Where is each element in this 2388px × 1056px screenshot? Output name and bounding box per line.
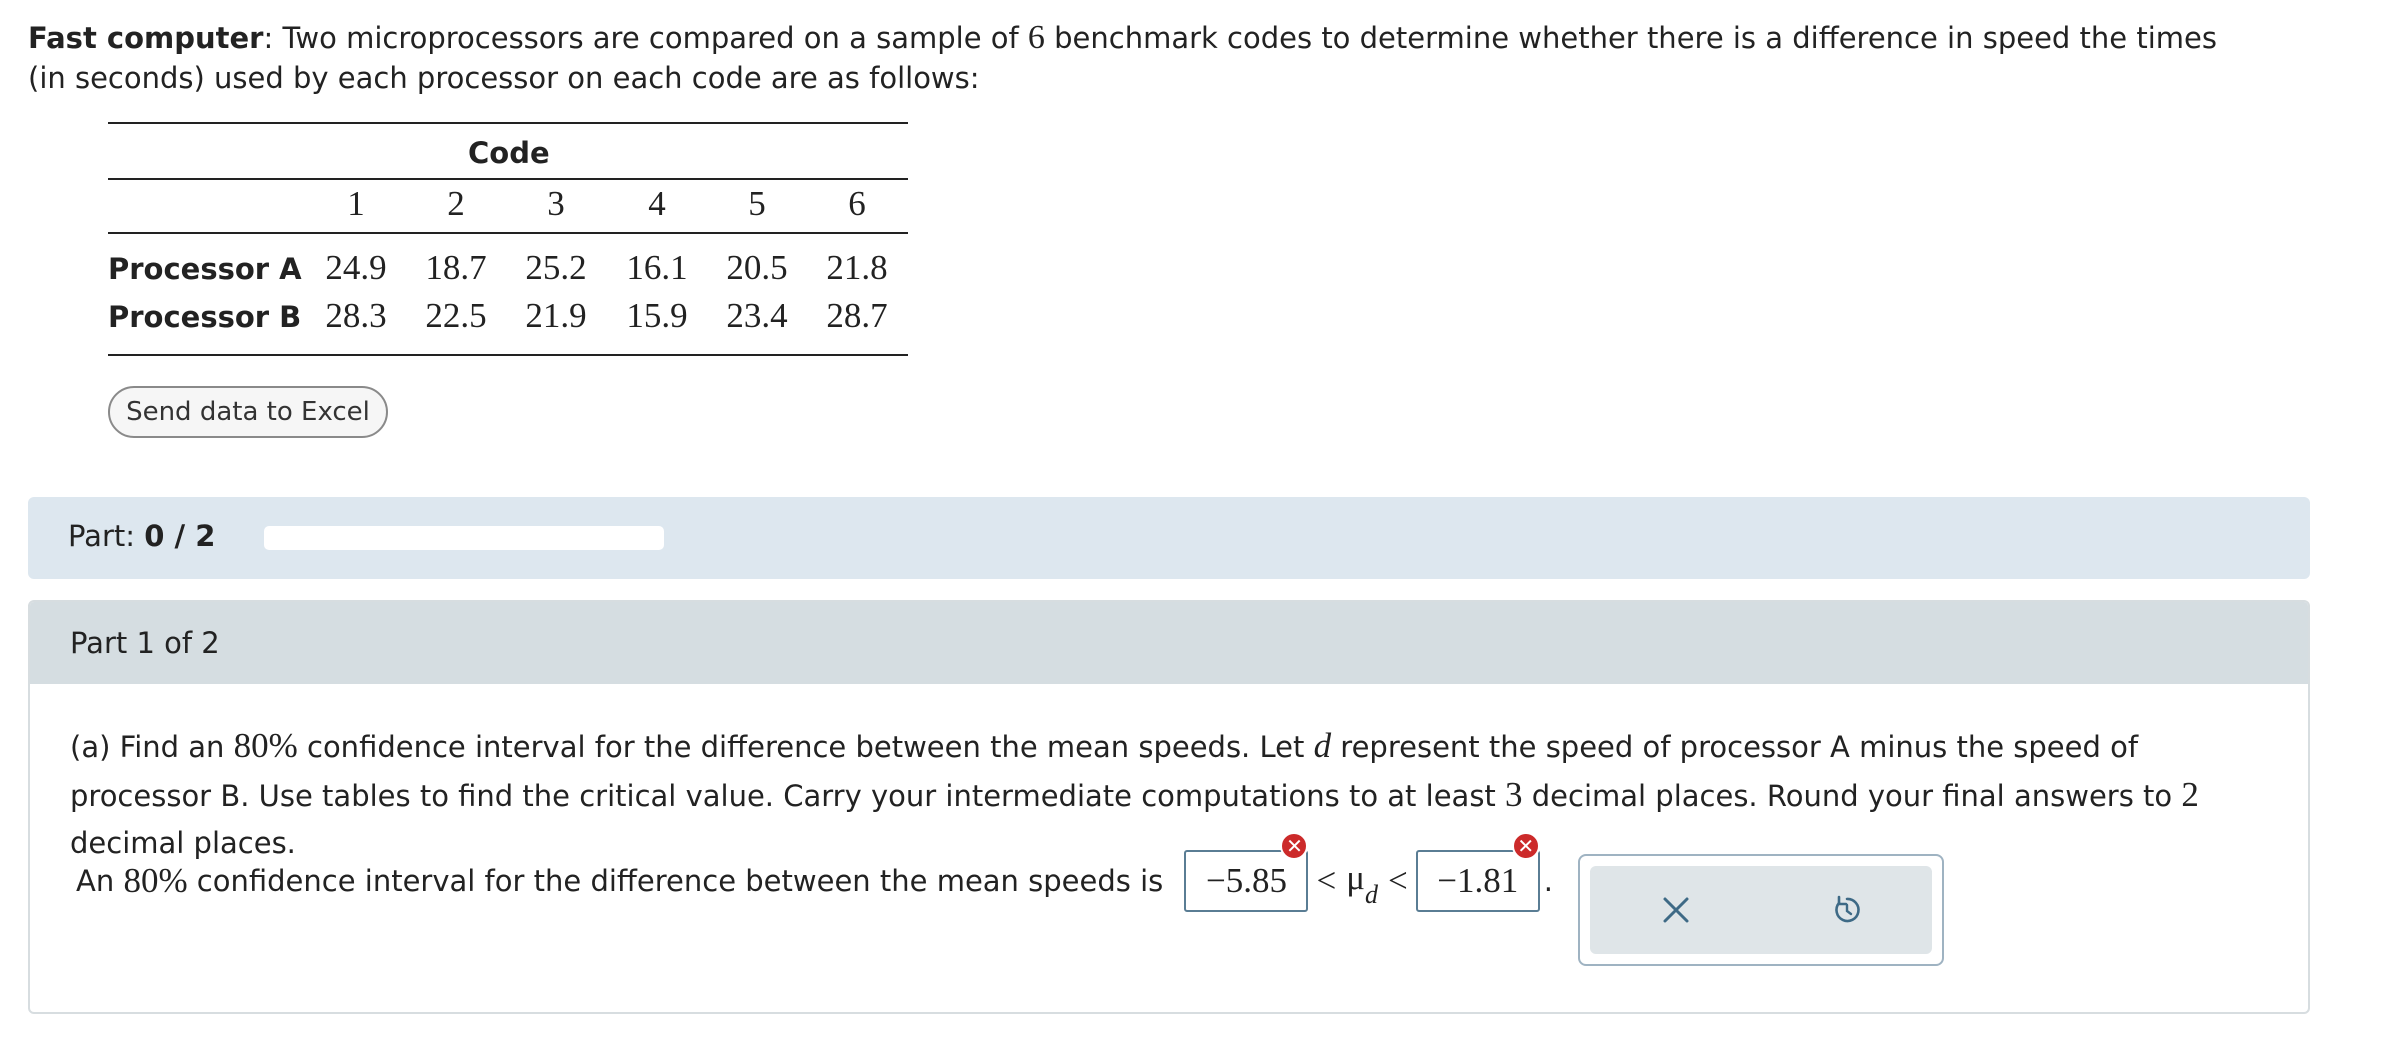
upper-bound-value: −1.81 — [1437, 861, 1519, 900]
answer-confidence-level: 80% — [123, 861, 188, 900]
answer-line: An 80% confidence interval for the diffe… — [76, 832, 1553, 916]
table-rule-bottom — [108, 354, 908, 356]
row-label: Processor A — [108, 252, 302, 286]
question-fragment: decimal places. Round your final answers… — [1522, 779, 2182, 813]
confidence-level: 80% — [233, 726, 298, 765]
answer-action-box — [1578, 854, 1944, 966]
code-number: 6 — [848, 184, 866, 223]
part-panel: Part 1 of 2 (a) Find an 80% confidence i… — [28, 600, 2310, 1014]
answer-action-toolbar — [1590, 866, 1932, 954]
code-number: 5 — [748, 184, 766, 223]
problem-title: Fast computer — [28, 21, 264, 55]
code-header: Code — [468, 136, 550, 170]
answer-period: . — [1543, 864, 1553, 898]
part-progress-label: Part: 0 / 2 — [68, 519, 215, 553]
row-label: Processor B — [108, 300, 302, 334]
intermediate-decimals: 3 — [1505, 775, 1523, 814]
retry-icon[interactable] — [1817, 880, 1877, 940]
intro-text-1: : Two microprocessors are compared on a … — [263, 21, 1028, 55]
table-cell: 28.3 — [325, 296, 387, 335]
close-icon[interactable] — [1646, 880, 1706, 940]
answer-prefix: An — [76, 864, 124, 898]
part-header: Part 1 of 2 — [30, 602, 2308, 684]
table-cell: 20.5 — [726, 248, 788, 287]
table-cell: 25.2 — [525, 248, 587, 287]
table-header-row: Code — [108, 124, 908, 178]
table-cell: 15.9 — [626, 296, 688, 335]
code-numbers-row: 1 2 3 4 5 6 — [108, 180, 908, 232]
question-fragment: confidence interval for the difference b… — [297, 730, 1314, 764]
table-cell: 21.9 — [525, 296, 587, 335]
table-cell: 21.8 — [826, 248, 888, 287]
table-body: Processor A 24.9 18.7 25.2 16.1 20.5 21.… — [108, 234, 908, 354]
final-decimals: 2 — [2181, 775, 2199, 814]
send-to-excel-button[interactable]: Send data to Excel — [108, 386, 388, 438]
mu-d-symbol: μd — [1346, 858, 1378, 909]
code-number: 1 — [347, 184, 365, 223]
table-cell: 18.7 — [425, 248, 487, 287]
part-title: Part 1 of 2 — [70, 626, 220, 660]
question-fragment: (a) Find an — [70, 730, 234, 764]
part-label-text: Part: — [68, 519, 136, 553]
part-progress-bar: Part: 0 / 2 — [28, 497, 2310, 579]
part-progress-value: 0 / 2 — [144, 519, 216, 553]
code-number: 2 — [447, 184, 465, 223]
lower-bound-value: −5.85 — [1205, 861, 1287, 900]
data-table: Code 1 2 3 4 5 6 Processor A 24.9 18.7 2… — [108, 122, 908, 356]
problem-intro: Fast computer: Two microprocessors are c… — [28, 18, 2228, 98]
intro-sample-size: 6 — [1027, 19, 1045, 56]
error-x-icon: ✕ — [1280, 832, 1309, 860]
code-number: 4 — [648, 184, 666, 223]
table-row: Processor A 24.9 18.7 25.2 16.1 20.5 21.… — [108, 246, 908, 294]
progress-track — [264, 526, 664, 550]
upper-bound-input[interactable]: −1.81 ✕ — [1415, 832, 1540, 912]
code-number: 3 — [547, 184, 565, 223]
error-x-icon: ✕ — [1511, 832, 1540, 860]
mu-subscript: d — [1365, 880, 1378, 909]
table-cell: 16.1 — [626, 248, 688, 287]
table-cell: 22.5 — [425, 296, 487, 335]
mu-symbol: μ — [1346, 858, 1365, 897]
answer-middle: confidence interval for the difference b… — [187, 864, 1173, 898]
table-cell: 23.4 — [726, 296, 788, 335]
table-cell: 24.9 — [325, 248, 387, 287]
variable-d: d — [1313, 726, 1332, 765]
table-cell: 28.7 — [826, 296, 888, 335]
less-than-sign: < — [1316, 861, 1337, 900]
lower-bound-input[interactable]: −5.85 ✕ — [1184, 832, 1309, 912]
table-row: Processor B 28.3 22.5 21.9 15.9 23.4 28.… — [108, 294, 908, 342]
less-than-sign: < — [1388, 861, 1408, 900]
